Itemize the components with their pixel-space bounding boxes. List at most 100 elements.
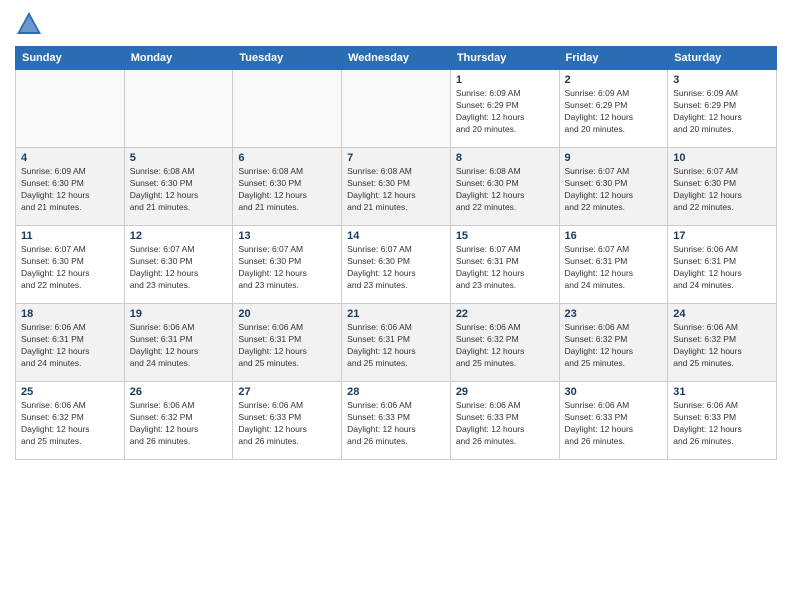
day-info: Sunrise: 6:07 AMSunset: 6:30 PMDaylight:…	[130, 244, 228, 292]
day-number: 20	[238, 308, 336, 320]
calendar-cell: 19 Sunrise: 6:06 AMSunset: 6:31 PMDayligh…	[124, 304, 233, 382]
day-number: 10	[673, 152, 771, 164]
day-number: 22	[456, 308, 554, 320]
day-info: Sunrise: 6:07 AMSunset: 6:31 PMDaylight:…	[456, 244, 554, 292]
weekday-header: Saturday	[668, 47, 777, 70]
calendar-table: SundayMondayTuesdayWednesdayThursdayFrid…	[15, 46, 777, 460]
calendar-cell: 7 Sunrise: 6:08 AMSunset: 6:30 PMDaylight…	[342, 148, 451, 226]
calendar-cell: 30Sunrise: 6:06 AMSunset: 6:33 PMDayligh…	[559, 382, 668, 460]
day-info: Sunrise: 6:06 AMSunset: 6:32 PMDaylight:…	[130, 400, 228, 448]
day-number: 11	[21, 230, 119, 242]
calendar-cell: 31Sunrise: 6:06 AMSunset: 6:33 PMDayligh…	[668, 382, 777, 460]
calendar-cell: 23 Sunrise: 6:06 AMSunset: 6:32 PMDayligh…	[559, 304, 668, 382]
logo	[15, 10, 47, 38]
calendar-cell: 26 Sunrise: 6:06 AMSunset: 6:32 PMDayligh…	[124, 382, 233, 460]
day-info: Sunrise: 6:06 AMSunset: 6:32 PMDaylight:…	[673, 322, 771, 370]
day-info: Sunrise: 6:06 AMSunset: 6:32 PMDaylight:…	[565, 322, 663, 370]
day-info: Sunrise: 6:06 AMSunset: 6:31 PMDaylight:…	[347, 322, 445, 370]
calendar-cell: 11Sunrise: 6:07 AMSunset: 6:30 PMDayligh…	[16, 226, 125, 304]
calendar-cell: 9Sunrise: 6:07 AMSunset: 6:30 PMDaylight…	[559, 148, 668, 226]
calendar-cell: 24 Sunrise: 6:06 AMSunset: 6:32 PMDayligh…	[668, 304, 777, 382]
calendar-cell	[342, 70, 451, 148]
calendar-cell: 6Sunrise: 6:08 AMSunset: 6:30 PMDaylight…	[233, 148, 342, 226]
calendar-cell: 21 Sunrise: 6:06 AMSunset: 6:31 PMDayligh…	[342, 304, 451, 382]
calendar-week-row: 1 Sunrise: 6:09 AMSunset: 6:29 PMDaylight…	[16, 70, 777, 148]
calendar-week-row: 11 Sunrise: 6:07 AMSunset: 6:30 PMDayligh…	[16, 226, 777, 304]
calendar-body: 1 Sunrise: 6:09 AMSunset: 6:29 PMDaylight…	[16, 70, 777, 460]
day-number: 24	[673, 308, 771, 320]
day-info: Sunrise: 6:07 AMSunset: 6:30 PMDaylight:…	[238, 244, 336, 292]
calendar-cell: 20 Sunrise: 6:06 AMSunset: 6:31 PMDayligh…	[233, 304, 342, 382]
calendar-cell: 10 Sunrise: 6:07 AMSunset: 6:30 PMDayligh…	[668, 148, 777, 226]
day-number: 15	[456, 230, 554, 242]
page: SundayMondayTuesdayWednesdayThursdayFrid…	[0, 0, 792, 612]
day-info: Sunrise: 6:07 AMSunset: 6:30 PMDaylight:…	[347, 244, 445, 292]
day-number: 12	[130, 230, 228, 242]
calendar-cell: 13 Sunrise: 6:07 AMSunset: 6:30 PMDayligh…	[233, 226, 342, 304]
calendar-cell: 15 Sunrise: 6:07 AMSunset: 6:31 PMDayligh…	[450, 226, 559, 304]
day-number: 5	[130, 152, 228, 164]
calendar-cell: 3Sunrise: 6:09 AMSunset: 6:29 PMDaylight…	[668, 70, 777, 148]
day-info: Sunrise: 6:08 AMSunset: 6:30 PMDaylight:…	[456, 166, 554, 214]
day-number: 1	[456, 74, 554, 86]
day-info: Sunrise: 6:06 AMSunset: 6:33 PMDaylight:…	[347, 400, 445, 448]
calendar-cell: 16 Sunrise: 6:07 AMSunset: 6:31 PMDayligh…	[559, 226, 668, 304]
weekday-header: Sunday	[16, 47, 125, 70]
day-number: 7	[347, 152, 445, 164]
weekday-header: Tuesday	[233, 47, 342, 70]
calendar-week-row: 25 Sunrise: 6:06 AMSunset: 6:32 PMDayligh…	[16, 382, 777, 460]
calendar-cell	[124, 70, 233, 148]
day-info: Sunrise: 6:06 AMSunset: 6:31 PMDaylight:…	[238, 322, 336, 370]
day-info: Sunrise: 6:06 AMSunset: 6:32 PMDaylight:…	[21, 400, 119, 448]
day-number: 17	[673, 230, 771, 242]
calendar-cell: 18Sunrise: 6:06 AMSunset: 6:31 PMDayligh…	[16, 304, 125, 382]
day-info: Sunrise: 6:09 AMSunset: 6:30 PMDaylight:…	[21, 166, 119, 214]
day-number: 19	[130, 308, 228, 320]
day-number: 21	[347, 308, 445, 320]
calendar-cell: 1Sunrise: 6:09 AMSunset: 6:29 PMDaylight…	[450, 70, 559, 148]
calendar-cell	[233, 70, 342, 148]
day-info: Sunrise: 6:06 AMSunset: 6:33 PMDaylight:…	[456, 400, 554, 448]
calendar-cell: 28 Sunrise: 6:06 AMSunset: 6:33 PMDayligh…	[342, 382, 451, 460]
calendar-cell: 5Sunrise: 6:08 AMSunset: 6:30 PMDaylight…	[124, 148, 233, 226]
header-row: SundayMondayTuesdayWednesdayThursdayFrid…	[16, 47, 777, 70]
calendar-cell: 14 Sunrise: 6:07 AMSunset: 6:30 PMDayligh…	[342, 226, 451, 304]
logo-icon	[15, 10, 43, 38]
day-number: 2	[565, 74, 663, 86]
calendar-cell: 22 Sunrise: 6:06 AMSunset: 6:32 PMDayligh…	[450, 304, 559, 382]
day-info: Sunrise: 6:06 AMSunset: 6:31 PMDaylight:…	[130, 322, 228, 370]
calendar-week-row: 4 Sunrise: 6:09 AMSunset: 6:30 PMDaylight…	[16, 148, 777, 226]
day-number: 26	[130, 386, 228, 398]
day-info: Sunrise: 6:06 AMSunset: 6:32 PMDaylight:…	[456, 322, 554, 370]
calendar-cell: 27 Sunrise: 6:06 AMSunset: 6:33 PMDayligh…	[233, 382, 342, 460]
day-info: Sunrise: 6:07 AMSunset: 6:31 PMDaylight:…	[565, 244, 663, 292]
calendar-header: SundayMondayTuesdayWednesdayThursdayFrid…	[16, 47, 777, 70]
day-number: 16	[565, 230, 663, 242]
day-info: Sunrise: 6:09 AMSunset: 6:29 PMDaylight:…	[565, 88, 663, 136]
day-number: 6	[238, 152, 336, 164]
day-number: 28	[347, 386, 445, 398]
weekday-header: Friday	[559, 47, 668, 70]
day-info: Sunrise: 6:07 AMSunset: 6:30 PMDaylight:…	[673, 166, 771, 214]
calendar-cell	[16, 70, 125, 148]
day-number: 30	[565, 386, 663, 398]
calendar-week-row: 18Sunrise: 6:06 AMSunset: 6:31 PMDayligh…	[16, 304, 777, 382]
day-number: 27	[238, 386, 336, 398]
day-info: Sunrise: 6:06 AMSunset: 6:31 PMDaylight:…	[21, 322, 119, 370]
day-number: 13	[238, 230, 336, 242]
day-info: Sunrise: 6:06 AMSunset: 6:33 PMDaylight:…	[238, 400, 336, 448]
day-number: 23	[565, 308, 663, 320]
day-number: 4	[21, 152, 119, 164]
day-number: 9	[565, 152, 663, 164]
weekday-header: Monday	[124, 47, 233, 70]
calendar-cell: 4 Sunrise: 6:09 AMSunset: 6:30 PMDaylight…	[16, 148, 125, 226]
day-number: 29	[456, 386, 554, 398]
day-info: Sunrise: 6:09 AMSunset: 6:29 PMDaylight:…	[673, 88, 771, 136]
day-number: 8	[456, 152, 554, 164]
calendar-cell: 12 Sunrise: 6:07 AMSunset: 6:30 PMDayligh…	[124, 226, 233, 304]
day-info: Sunrise: 6:06 AMSunset: 6:31 PMDaylight:…	[673, 244, 771, 292]
day-info: Sunrise: 6:08 AMSunset: 6:30 PMDaylight:…	[347, 166, 445, 214]
day-number: 25	[21, 386, 119, 398]
day-number: 14	[347, 230, 445, 242]
weekday-header: Wednesday	[342, 47, 451, 70]
